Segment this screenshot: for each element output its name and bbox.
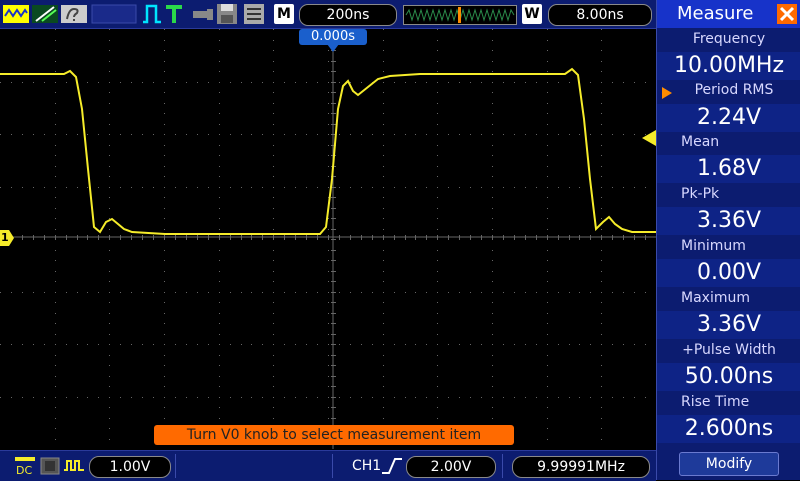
trigger-position-arrow-icon	[327, 44, 339, 52]
save-icon[interactable]	[216, 3, 238, 25]
trigger-pulse-icon[interactable]	[142, 3, 162, 25]
trigger-level-display[interactable]: 2.00V	[406, 456, 496, 478]
modify-button[interactable]: Modify	[679, 452, 779, 476]
trigger-position-label: 0.000s	[299, 29, 367, 45]
svg-text:DC: DC	[16, 464, 32, 476]
bottom-status-bar: DC 1.00V CH1 2.00V 9.99991MHz	[0, 450, 656, 481]
graticule	[0, 29, 657, 449]
w-indicator: W	[522, 4, 542, 24]
dc-coupling-icon[interactable]: DC	[14, 456, 36, 477]
menu-icon[interactable]	[243, 3, 265, 25]
bandwidth-limit-icon[interactable]	[40, 457, 60, 475]
ch1-marker-label: 1	[1, 231, 9, 244]
measure-label-frequency[interactable]: Frequency	[657, 28, 800, 50]
trigger-T-icon[interactable]	[165, 3, 183, 25]
measure-value-frequency[interactable]: 10.00MHz	[657, 52, 800, 80]
timebase-display[interactable]: 200ns	[299, 4, 397, 26]
measure-label-rise-time[interactable]: Rise Time	[657, 391, 800, 413]
close-icon[interactable]	[777, 4, 797, 24]
divider	[175, 454, 176, 478]
measure-label-period-rms[interactable]: Period RMS	[657, 79, 800, 101]
window-position-bar[interactable]	[403, 5, 517, 25]
waveform-display: 0.000s 1 Turn V0 knob to select measurem…	[0, 29, 657, 449]
m-indicator: M	[274, 4, 294, 24]
measure-label-minimum[interactable]: Minimum	[657, 235, 800, 257]
measure-label-pk-pk[interactable]: Pk-Pk	[657, 183, 800, 205]
trigger-level-arrow-icon[interactable]	[642, 130, 656, 146]
waveform-overview-icon	[405, 7, 515, 23]
measure-label-pulse-width[interactable]: +Pulse Width	[657, 339, 800, 361]
divider	[502, 454, 503, 478]
top-toolbar: M 200ns W 8.00ns	[0, 0, 656, 29]
help-icon[interactable]	[61, 3, 87, 25]
measure-value-maximum[interactable]: 3.36V	[657, 311, 800, 339]
probe-icon[interactable]	[32, 3, 58, 25]
ch1-scale-display[interactable]: 1.00V	[89, 456, 171, 478]
measure-value-minimum[interactable]: 0.00V	[657, 259, 800, 287]
measure-value-pk-pk[interactable]: 3.36V	[657, 207, 800, 235]
measure-panel: Measure Frequency 10.00MHz Period RMS 2.…	[656, 0, 800, 480]
invert-waveform-icon[interactable]	[63, 457, 85, 475]
ch1-waveform-trace	[0, 67, 656, 235]
run-mode-icon[interactable]	[3, 3, 29, 25]
measure-value-mean[interactable]: 1.68V	[657, 155, 800, 183]
measure-label-maximum[interactable]: Maximum	[657, 287, 800, 309]
measure-value-pulse-width[interactable]: 50.00ns	[657, 363, 800, 391]
rising-edge-icon[interactable]	[381, 456, 403, 476]
usb-icon	[192, 3, 214, 25]
measure-panel-title: Measure	[677, 3, 754, 24]
blank-indicator	[91, 3, 137, 25]
frequency-counter-display: 9.99991MHz	[512, 456, 650, 478]
window-timebase-display[interactable]: 8.00ns	[548, 4, 652, 26]
ch1-ground-marker[interactable]: 1	[0, 230, 14, 246]
status-message: Turn V0 knob to select measurement item	[154, 425, 514, 445]
measure-panel-header: Measure	[657, 0, 800, 28]
measure-value-rise-time[interactable]: 2.600ns	[657, 415, 800, 443]
trigger-source-label: CH1	[352, 458, 382, 474]
measure-label-mean[interactable]: Mean	[657, 131, 800, 153]
divider	[332, 454, 333, 478]
measure-value-period-rms[interactable]: 2.24V	[657, 104, 800, 132]
